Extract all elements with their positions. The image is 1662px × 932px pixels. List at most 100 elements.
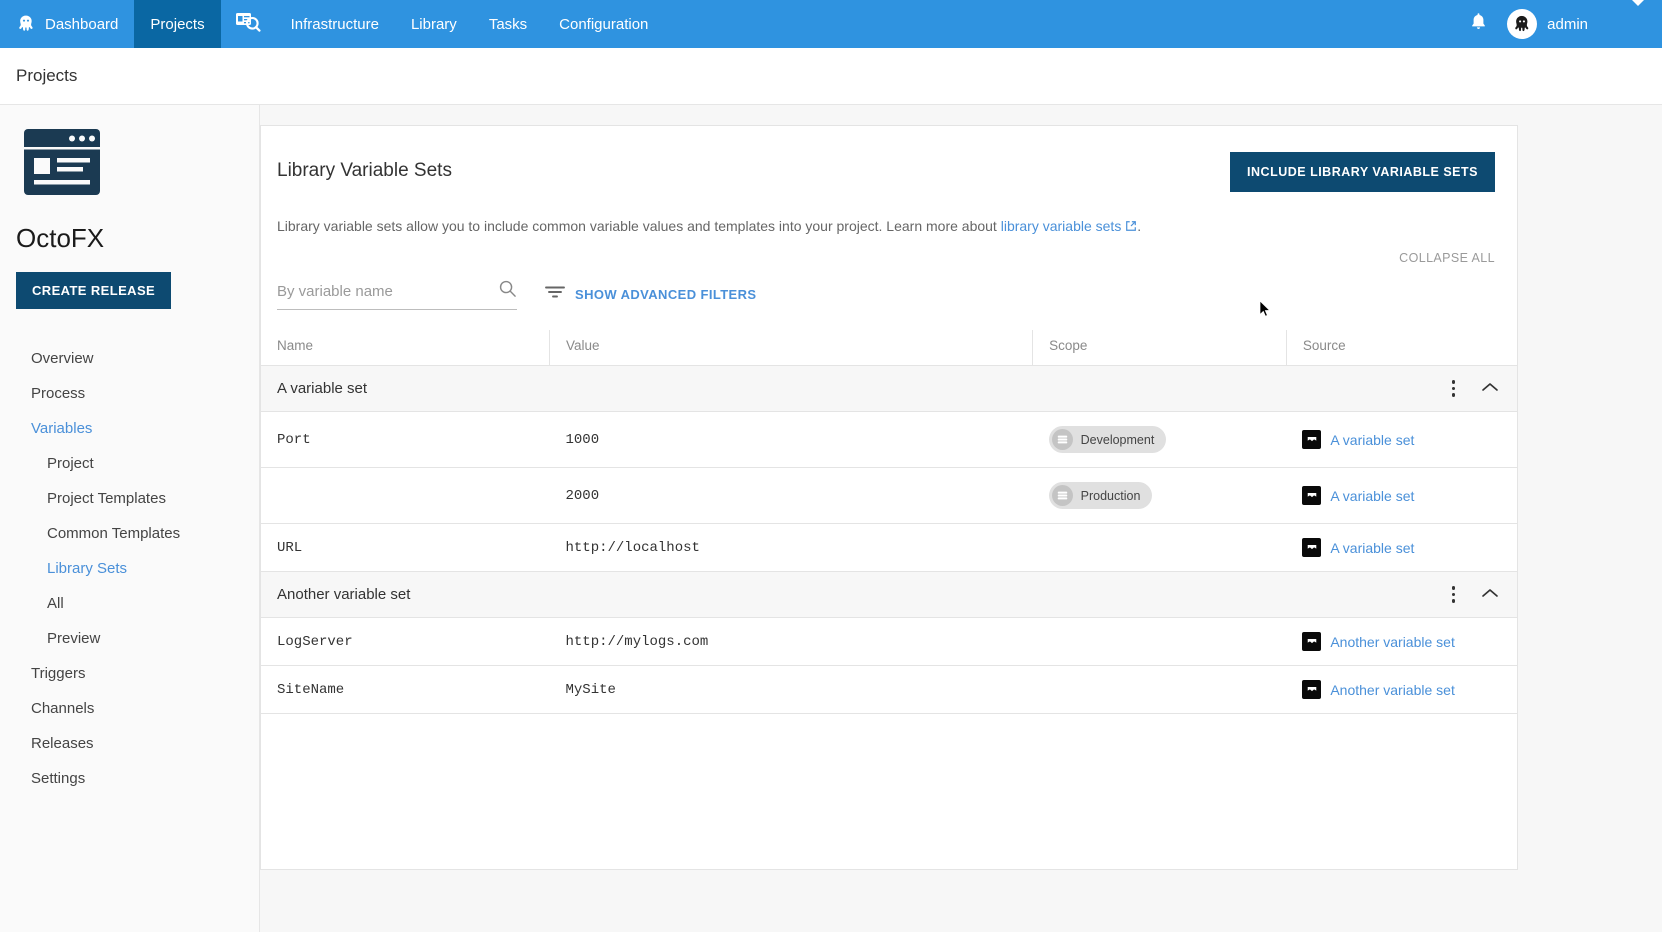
project-sidebar: OctoFX CREATE RELEASE Overview Process V… [0,105,260,932]
document-search-icon [235,11,261,38]
library-icon [1302,538,1321,557]
table-header: Name Value Scope Source [261,330,1517,366]
sidebar-item-all[interactable]: All [0,586,259,621]
chevron-up-icon[interactable] [1481,586,1499,603]
card-description: Library variable sets allow you to inclu… [261,192,1517,237]
nav-item-configuration[interactable]: Configuration [543,0,664,48]
octopus-avatar-icon [1507,9,1537,39]
variable-name: URL [261,524,549,572]
sidebar-item-preview[interactable]: Preview [0,621,259,656]
variable-source: Another variable set [1286,618,1517,666]
breadcrumb-projects[interactable]: Projects [16,66,77,86]
sidebar-nav-list: Overview Process Variables Project Proje… [0,341,259,796]
mouse-cursor [1259,300,1271,323]
source-link[interactable]: Another variable set [1330,682,1455,698]
chevron-down-icon[interactable] [1632,0,1644,6]
nav-item-infrastructure[interactable]: Infrastructure [275,0,395,48]
nav-item-dashboard[interactable]: Dashboard [0,0,134,48]
table-row[interactable]: 2000 Production [261,468,1517,524]
include-library-variable-sets-button[interactable]: INCLUDE LIBRARY VARIABLE SETS [1230,152,1495,192]
main-content: Library Variable Sets INCLUDE LIBRARY VA… [260,105,1662,932]
description-text: Library variable sets allow you to inclu… [277,218,1001,234]
global-search-button[interactable] [221,0,275,48]
source-link[interactable]: Another variable set [1330,634,1455,650]
sidebar-item-variables[interactable]: Variables [0,411,259,446]
sidebar-item-project-templates[interactable]: Project Templates [0,481,259,516]
variable-set-group-header[interactable]: A variable set [261,366,1517,412]
library-variable-sets-link[interactable]: library variable sets [1001,218,1122,234]
search-box [277,279,517,310]
source-link[interactable]: A variable set [1330,540,1414,556]
library-variable-sets-card: Library Variable Sets INCLUDE LIBRARY VA… [260,125,1518,870]
column-header-scope: Scope [1033,330,1287,366]
filter-icon [545,284,565,305]
column-header-name: Name [261,330,549,366]
variable-value: 1000 [549,412,1032,468]
description-period: . [1137,218,1141,234]
variable-source: Another variable set [1286,666,1517,714]
show-advanced-filters-button[interactable]: SHOW ADVANCED FILTERS [545,284,757,305]
variable-scope: Development [1033,412,1287,468]
scope-chip: Production [1049,482,1153,509]
variable-source: A variable set [1286,468,1517,524]
filter-row: SHOW ADVANCED FILTERS [261,265,1517,310]
variable-set-group-header[interactable]: Another variable set [261,572,1517,618]
sidebar-item-overview[interactable]: Overview [0,341,259,376]
sidebar-item-library-sets[interactable]: Library Sets [0,551,259,586]
variable-name: LogServer [261,618,549,666]
variable-name: SiteName [261,666,549,714]
nav-item-library[interactable]: Library [395,0,473,48]
sidebar-item-channels[interactable]: Channels [0,691,259,726]
column-header-source: Source [1286,330,1517,366]
variable-name [261,468,549,524]
chevron-up-icon[interactable] [1481,380,1499,397]
notifications-button[interactable] [1450,0,1507,48]
variable-value: MySite [549,666,1032,714]
nav-item-label: Infrastructure [291,16,379,33]
source-link[interactable]: A variable set [1330,488,1414,504]
variable-scope [1033,618,1287,666]
top-navigation-bar: Dashboard Projects Infrastructure Librar… [0,0,1662,48]
variable-value: http://mylogs.com [549,618,1032,666]
sidebar-item-project[interactable]: Project [0,446,259,481]
nav-spacer [664,0,1450,48]
create-release-button[interactable]: CREATE RELEASE [16,272,171,309]
variable-source: A variable set [1286,524,1517,572]
environment-icon [1052,429,1073,450]
sidebar-item-common-templates[interactable]: Common Templates [0,516,259,551]
kebab-menu-icon[interactable] [1452,380,1456,397]
advanced-filters-label: SHOW ADVANCED FILTERS [575,287,757,302]
search-icon[interactable] [498,279,517,303]
variable-scope [1033,666,1287,714]
sidebar-item-triggers[interactable]: Triggers [0,656,259,691]
environment-icon [1052,485,1073,506]
collapse-all-row: COLLAPSE ALL [261,237,1517,265]
nav-item-projects[interactable]: Projects [134,0,220,48]
library-icon [1302,632,1321,651]
group-title: Another variable set [261,572,1286,618]
search-input[interactable] [277,283,498,300]
group-title: A variable set [261,366,1286,412]
table-row[interactable]: SiteName MySite Another variable set [261,666,1517,714]
collapse-all-button[interactable]: COLLAPSE ALL [1399,251,1495,265]
project-card-icon [24,129,100,195]
table-row[interactable]: URL http://localhost A variable set [261,524,1517,572]
variable-value: 2000 [549,468,1032,524]
variable-scope: Production [1033,468,1287,524]
nav-item-label: Library [411,16,457,33]
table-row[interactable]: Port 1000 [261,412,1517,468]
nav-item-tasks[interactable]: Tasks [473,0,543,48]
card-title: Library Variable Sets [277,152,452,182]
nav-item-label: Dashboard [45,16,118,33]
kebab-menu-icon[interactable] [1452,586,1456,603]
table-body: A variable set Port 1000 [261,366,1517,714]
variable-source: A variable set [1286,412,1517,468]
source-link[interactable]: A variable set [1330,432,1414,448]
variables-table: Name Value Scope Source A variable set [261,330,1517,714]
sidebar-item-process[interactable]: Process [0,376,259,411]
table-row[interactable]: LogServer http://mylogs.com Another vari… [261,618,1517,666]
sidebar-item-settings[interactable]: Settings [0,761,259,796]
sidebar-item-releases[interactable]: Releases [0,726,259,761]
column-header-value: Value [549,330,1032,366]
user-menu[interactable]: admin [1507,0,1598,48]
